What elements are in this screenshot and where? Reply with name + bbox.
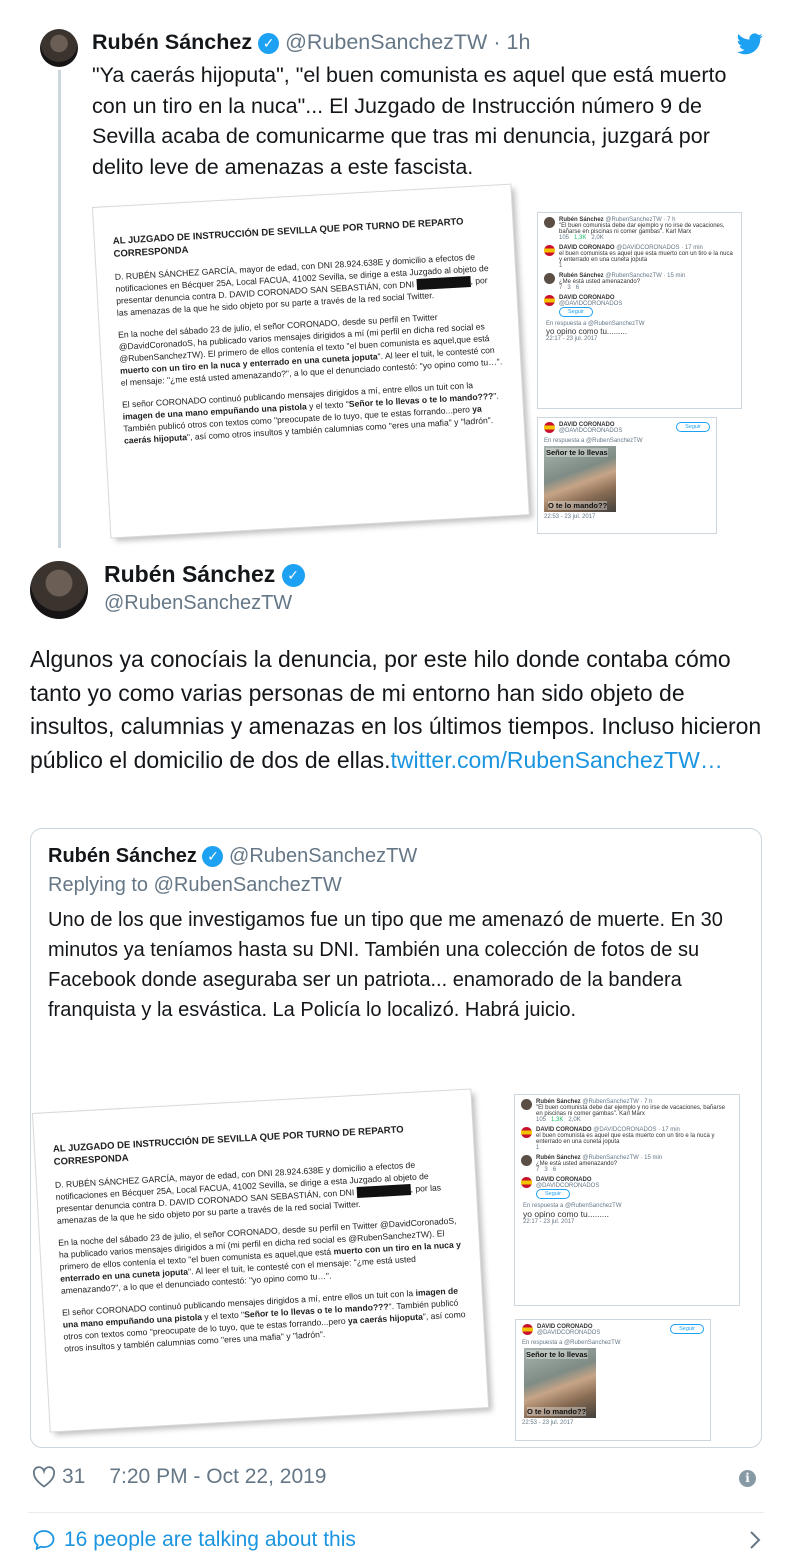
list-item: DAVID CORONADO @DAVIDCORONADOS Seguir [544, 295, 735, 317]
avatar [544, 422, 555, 433]
tweet-footer: 31 7:20 PM - Oct 22, 2019 [32, 1465, 326, 1489]
quoted-tweet-card[interactable]: Rubén Sánchez ✓ @RubenSanchezTW Replying… [30, 828, 762, 1448]
avatar [544, 245, 555, 256]
thread-line [58, 70, 61, 548]
main-tweet-text: Algunos ya conocíais la denuncia, por es… [30, 646, 762, 773]
author-handle[interactable]: @RubenSanchezTW [285, 30, 487, 54]
avatar [522, 1324, 533, 1335]
speech-bubble-icon [33, 1530, 55, 1550]
pistol-tweet-screenshot[interactable]: DAVID CORONADO @DAVIDCORONADOS Seguir En … [537, 417, 717, 534]
replying-to: Replying to @RubenSanchezTW [48, 874, 342, 896]
list-item: Rubén Sánchez @RubenSanchezTW · 15 min ¿M… [544, 273, 735, 291]
tweet-time: 22:53 - 23 jul. 2017 [544, 514, 596, 520]
reply-to: En respuesta a @RubenSanchezTW [544, 438, 643, 444]
complaint-document-image[interactable]: AL JUZGADO DE INSTRUCCIÓN DE SEVILLA QUE… [93, 184, 529, 538]
pistol-image: Señor te lo llevas O te lo mando?? [524, 1348, 596, 1418]
divider [28, 1512, 764, 1513]
pistol-image: Señor te lo llevas O te lo mando?? [544, 446, 616, 512]
avatar [544, 273, 555, 284]
author-name: Rubén Sánchez [48, 845, 197, 867]
tweet-thread-screenshot[interactable]: Rubén Sánchez @RubenSanchezTW · 7 h "El b… [537, 212, 742, 409]
avatar [521, 1155, 532, 1166]
reply-to: En respuesta a @RubenSanchezTW [522, 1340, 621, 1346]
parent-tweet-header: Rubén Sánchez ✓ @RubenSanchezTW · 1h [92, 30, 530, 55]
list-item: DAVID CORONADO @DAVIDCORONADOS Seguir [522, 1324, 704, 1336]
tweet-thread-screenshot: Rubén Sánchez @RubenSanchezTW · 7 h "El b… [514, 1094, 740, 1306]
heart-icon[interactable] [32, 1466, 56, 1488]
verified-badge-icon: ✓ [281, 564, 305, 588]
document-paragraph: El señor CORONADO continuó publicando me… [61, 1285, 466, 1354]
avatar [544, 217, 555, 228]
tweet-time[interactable]: 1h [506, 30, 530, 54]
list-item: DAVID CORONADO @DAVIDCORONADOS Seguir [544, 422, 710, 434]
quoted-tweet-text: Uno de los que investigamos fue un tipo … [48, 909, 723, 1021]
conversation-count[interactable]: 16 people are talking about this [64, 1528, 356, 1552]
author-name[interactable]: Rubén Sánchez [104, 561, 275, 587]
list-item: Rubén Sánchez @RubenSanchezTW · 7 h "El b… [544, 217, 735, 241]
document-paragraph: En la noche del sábado 23 de julio, el s… [117, 312, 503, 388]
like-count[interactable]: 31 [62, 1465, 85, 1489]
conversation-link[interactable]: 16 people are talking about this [32, 1528, 762, 1552]
verified-badge-icon: ✓ [202, 846, 224, 868]
tweet-timestamp[interactable]: 7:20 PM - Oct 22, 2019 [109, 1465, 326, 1489]
avatar[interactable] [40, 29, 78, 67]
info-icon[interactable]: i [739, 1470, 756, 1487]
tweet-time: 22:53 - 23 jul. 2017 [522, 1420, 574, 1426]
twitter-bird-icon[interactable] [737, 33, 763, 55]
verified-badge-icon: ✓ [258, 32, 280, 54]
avatar[interactable] [30, 561, 88, 619]
reply-block: En respuesta a @RubenSanchezTW yo opino … [523, 1203, 622, 1225]
avatar [521, 1177, 532, 1188]
reply-block: En respuesta a @RubenSanchezTW yo opino … [546, 321, 645, 342]
list-item: Rubén Sánchez @RubenSanchezTW · 15 min ¿M… [521, 1155, 733, 1173]
document-paragraph: En la noche del sábado 23 de julio, el s… [57, 1215, 462, 1296]
list-item: Rubén Sánchez @RubenSanchezTW · 7 h "El b… [521, 1099, 733, 1123]
author-handle: @RubenSanchezTW [229, 845, 418, 867]
author-name[interactable]: Rubén Sánchez [92, 30, 252, 54]
redaction [416, 276, 471, 291]
list-item: DAVID CORONADO @DAVIDCORONADOS · 17 min e… [544, 245, 735, 269]
separator: · [493, 30, 501, 54]
list-item: DAVID CORONADO @DAVIDCORONADOS · 17 min e… [521, 1127, 733, 1151]
complaint-document-image: AL JUZGADO DE INSTRUCCIÓN DE SEVILLA QUE… [33, 1089, 489, 1432]
document-paragraph: D. RUBÉN SÁNCHEZ GARCÍA, mayor de edad, … [54, 1159, 442, 1227]
chevron-right-icon[interactable] [748, 1529, 762, 1551]
document-paragraph: D. RUBÉN SÁNCHEZ GARCÍA, mayor de edad, … [114, 251, 489, 319]
tweet-link[interactable]: twitter.com/RubenSanchezTW… [391, 747, 723, 773]
parent-tweet-text: "Ya caerás hijoputa", "el buen comunista… [92, 63, 727, 179]
avatar [544, 295, 555, 306]
author-handle[interactable]: @RubenSanchezTW [104, 592, 292, 615]
main-tweet-header: Rubén Sánchez ✓ [104, 561, 305, 588]
list-item: DAVID CORONADO @DAVIDCORONADOS Seguir [521, 1177, 733, 1199]
document-paragraph: El señor CORONADO continuó publicando me… [121, 380, 500, 446]
quoted-tweet-header: Rubén Sánchez ✓ @RubenSanchezTW [48, 845, 417, 868]
avatar [521, 1099, 532, 1110]
pistol-tweet-screenshot: DAVID CORONADO @DAVIDCORONADOS Seguir En … [515, 1319, 711, 1441]
avatar [521, 1127, 532, 1138]
